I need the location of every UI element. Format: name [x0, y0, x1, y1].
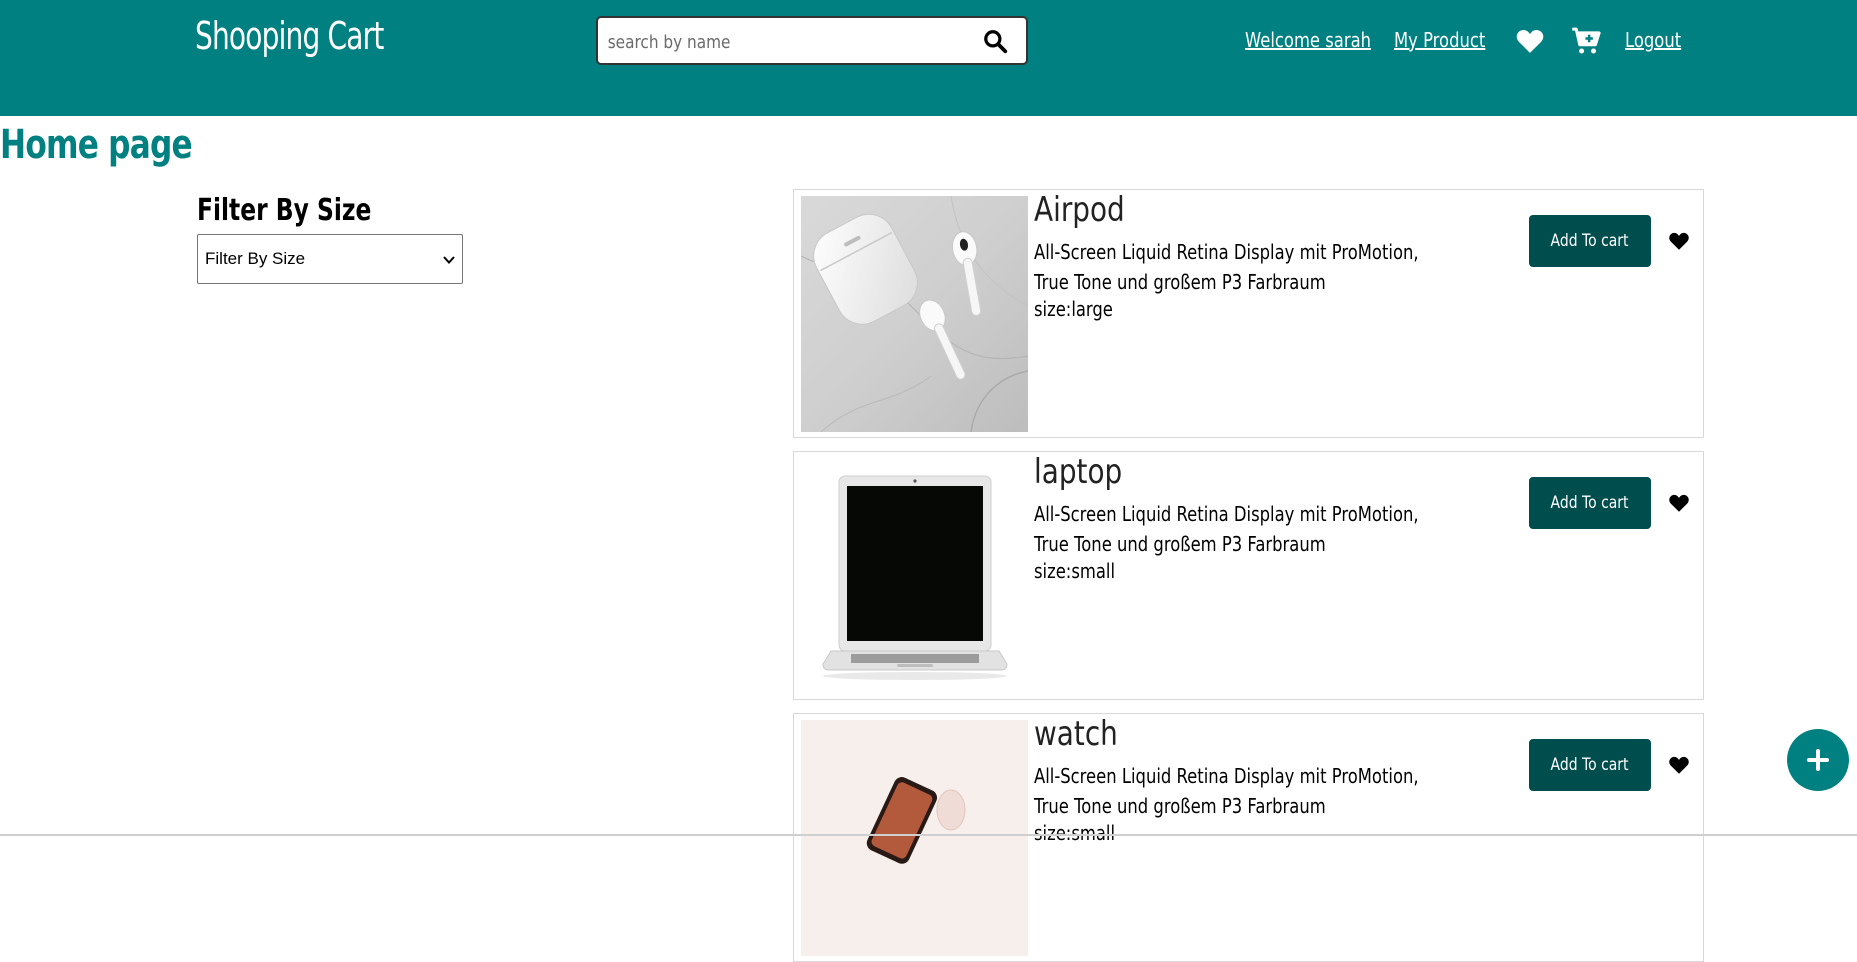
- product-description-line: All-Screen Liquid Retina Display mit Pro…: [1034, 240, 1419, 264]
- product-image-watch: [801, 720, 1028, 956]
- heart-icon[interactable]: [1668, 754, 1690, 776]
- search-input[interactable]: [606, 26, 916, 58]
- search-box: [596, 16, 1028, 65]
- logout-link[interactable]: Logout: [1625, 28, 1681, 52]
- product-card: Airpod All-Screen Liquid Retina Display …: [793, 189, 1704, 438]
- product-description: All-Screen Liquid Retina Display mit Pro…: [1034, 237, 1419, 297]
- product-description-line: True Tone und großem P3 Farbraum: [1034, 270, 1326, 294]
- product-size: size:small: [1034, 559, 1116, 583]
- search-icon[interactable]: [982, 28, 1008, 54]
- product-name: watch: [1034, 714, 1118, 754]
- product-size: size:small: [1034, 821, 1116, 845]
- brand-title[interactable]: Shooping Cart: [195, 14, 384, 58]
- add-to-cart-label: Add To cart: [1551, 493, 1629, 513]
- product-card: laptop All-Screen Liquid Retina Display …: [793, 451, 1704, 700]
- welcome-link[interactable]: Welcome sarah: [1245, 28, 1371, 52]
- product-image-airpod: [801, 196, 1028, 432]
- heart-icon[interactable]: [1515, 26, 1545, 56]
- add-to-cart-button[interactable]: Add To cart: [1529, 477, 1651, 529]
- plus-icon: [1807, 749, 1829, 771]
- heart-icon[interactable]: [1668, 230, 1690, 252]
- product-description: All-Screen Liquid Retina Display mit Pro…: [1034, 761, 1419, 821]
- cart-plus-icon[interactable]: [1571, 26, 1601, 56]
- product-description-line: True Tone und großem P3 Farbraum: [1034, 532, 1326, 556]
- product-image-laptop: [801, 458, 1028, 694]
- my-product-link[interactable]: My Product: [1394, 28, 1485, 52]
- chevron-down-icon: [443, 256, 455, 264]
- size-filter-select[interactable]: Filter By Size: [197, 234, 463, 284]
- product-size: size:large: [1034, 297, 1113, 321]
- add-to-cart-label: Add To cart: [1551, 755, 1629, 775]
- add-product-button[interactable]: [1787, 729, 1849, 791]
- add-to-cart-button[interactable]: Add To cart: [1529, 739, 1651, 791]
- heart-icon[interactable]: [1668, 492, 1690, 514]
- product-description: All-Screen Liquid Retina Display mit Pro…: [1034, 499, 1419, 559]
- product-description-line: True Tone und großem P3 Farbraum: [1034, 794, 1326, 818]
- page-title: Home page: [0, 122, 193, 168]
- size-filter-value: Filter By Size: [205, 249, 306, 268]
- filter-label: Filter By Size: [197, 193, 372, 228]
- product-description-line: All-Screen Liquid Retina Display mit Pro…: [1034, 502, 1419, 526]
- add-to-cart-button[interactable]: Add To cart: [1529, 215, 1651, 267]
- product-description-line: All-Screen Liquid Retina Display mit Pro…: [1034, 764, 1419, 788]
- product-name: laptop: [1034, 452, 1123, 492]
- product-name: Airpod: [1034, 190, 1125, 230]
- add-to-cart-label: Add To cart: [1551, 231, 1629, 251]
- product-card: watch All-Screen Liquid Retina Display m…: [793, 713, 1704, 962]
- top-header: Shooping Cart Welcome sarah My Product L…: [0, 0, 1857, 116]
